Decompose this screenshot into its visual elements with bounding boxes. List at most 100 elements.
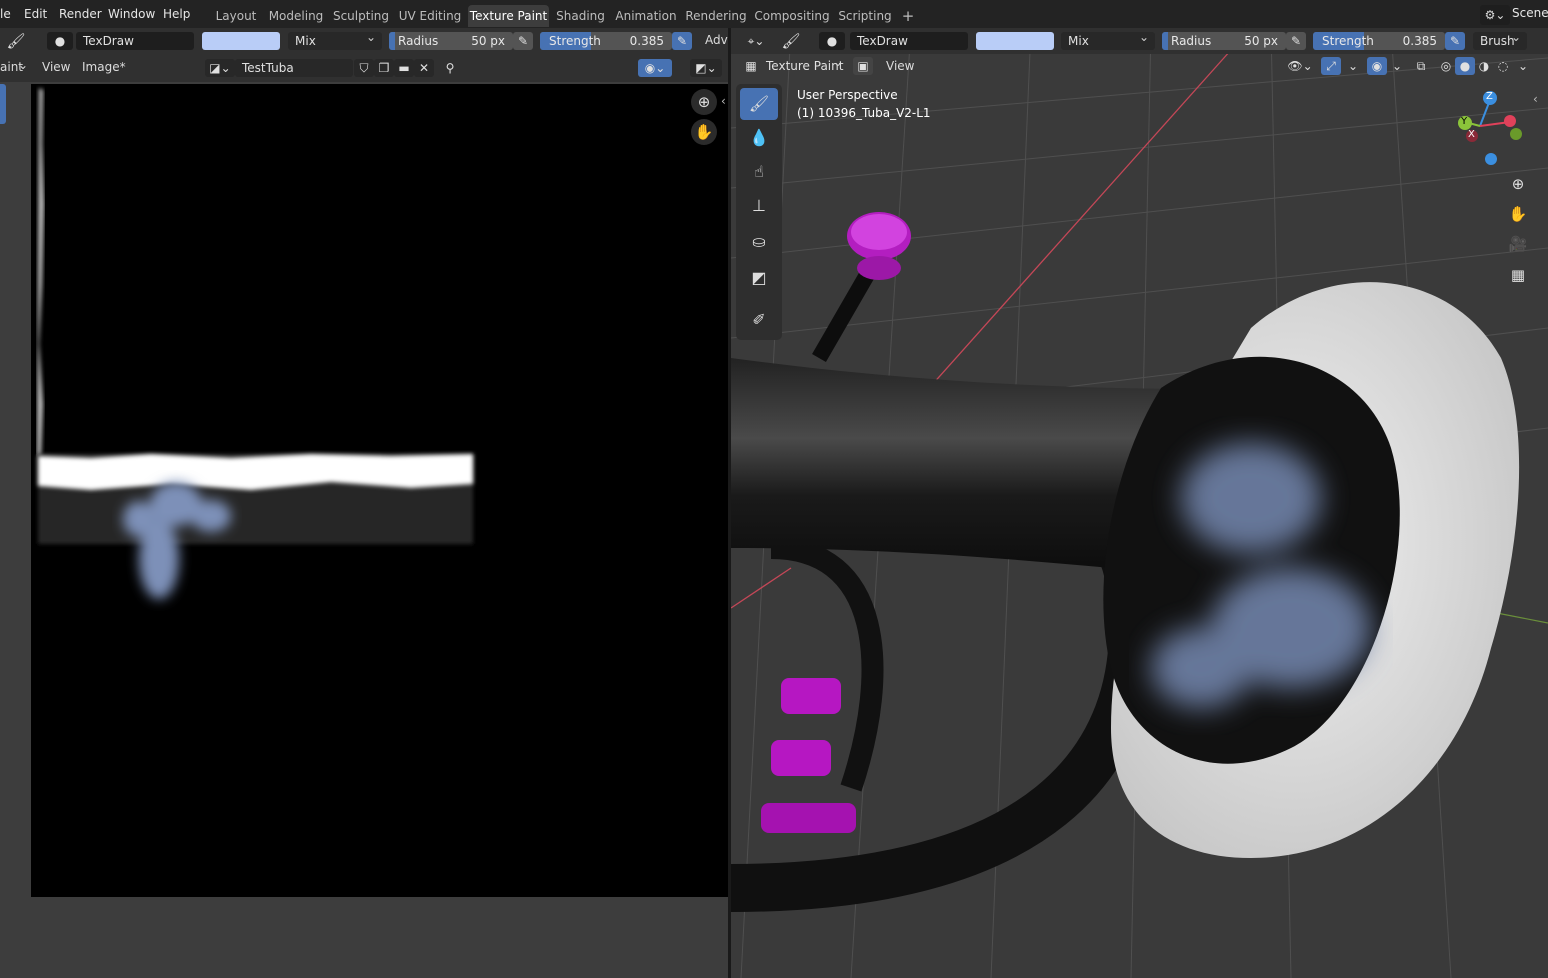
zoom-icon[interactable]: ⊕ [691, 89, 717, 115]
left-toolbar-edge[interactable] [0, 84, 6, 124]
brush-name-field[interactable]: TexDraw [76, 32, 194, 50]
object-label: (1) 10396_Tuba_V2-L1 [797, 106, 931, 120]
navigation-gizmo[interactable]: Z Y X [1450, 88, 1530, 168]
brush-icon[interactable]: 🖌 [781, 32, 801, 50]
xray-icon[interactable]: ⧉ [1411, 57, 1431, 75]
material-shading-icon[interactable]: ◑ [1474, 57, 1494, 75]
sidebar-toggle-icon[interactable]: ‹ [1533, 92, 1538, 106]
menu-file[interactable]: le [0, 7, 11, 21]
chevron-down-icon[interactable]: ⌄ [18, 58, 28, 72]
radius-value: 50 px [471, 34, 505, 48]
brush-icon[interactable]: 🖌 [6, 32, 26, 50]
solid-shading-icon[interactable]: ● [1455, 57, 1475, 75]
smear-tool-icon[interactable]: ☝ [740, 156, 778, 188]
sidebar-toggle-icon[interactable]: ‹ [721, 94, 726, 108]
gizmo-toggle-icon[interactable]: ⤢ [1321, 57, 1341, 75]
tab-modeling[interactable]: Modeling [266, 5, 326, 27]
viewport-scene [731, 28, 1548, 978]
tab-scripting[interactable]: Scripting [836, 5, 894, 27]
clone-tool-icon[interactable]: ⊥ [740, 190, 778, 222]
radius-slider[interactable]: Radius 50 px [1162, 32, 1286, 50]
add-workspace-button[interactable]: + [899, 5, 917, 27]
pin-icon[interactable]: ⚲ [440, 59, 460, 77]
tab-layout[interactable]: Layout [212, 5, 260, 27]
mask-tool-icon[interactable]: ◩ [740, 262, 778, 294]
menu-edit[interactable]: Edit [24, 7, 47, 21]
view-menu[interactable]: View [886, 59, 914, 73]
hand-icon[interactable]: ✋ [1505, 201, 1531, 227]
strength-value: 0.385 [1402, 34, 1437, 48]
tab-texture-paint[interactable]: Texture Paint [468, 5, 549, 27]
draw-tool-icon[interactable]: 🖌 [740, 88, 778, 120]
gizmo-x-label: X [1468, 129, 1475, 140]
strength-label: Strength [1322, 34, 1374, 48]
image-editor-header: aint ⌄ View Image* ◪⌄ TestTuba ⛉ ❐ ▬ ✕ ⚲… [0, 54, 728, 82]
pressure-strength-icon[interactable]: ✎ [672, 32, 692, 50]
image-menu[interactable]: Image* [82, 60, 126, 74]
texture-image [37, 88, 473, 599]
close-icon[interactable]: ✕ [414, 59, 434, 77]
image-name-field[interactable]: TestTuba [235, 59, 353, 77]
brush-name-field[interactable]: TexDraw [850, 32, 968, 50]
new-image-icon[interactable]: ❐ [374, 59, 394, 77]
folder-icon[interactable]: ▬ [394, 59, 414, 77]
scene-selector-icon[interactable]: ⚙⌄ [1480, 5, 1510, 25]
eye-icon[interactable]: 👁⌄ [1284, 57, 1316, 75]
viewport-mode-dropdown[interactable]: Texture Paint [759, 53, 849, 75]
viewport-3d[interactable] [731, 28, 1548, 978]
view-menu[interactable]: View [42, 60, 70, 74]
tab-rendering[interactable]: Rendering [684, 5, 748, 27]
chevron-down-icon[interactable]: ⌄ [1387, 57, 1407, 75]
image-browse-icon[interactable]: ◪⌄ [205, 59, 235, 77]
brush-browse-icon[interactable]: ● [819, 32, 845, 50]
brush-browse-icon[interactable]: ● [47, 32, 73, 50]
menu-window[interactable]: Window [108, 7, 155, 21]
camera-icon[interactable]: 🎥 [1505, 231, 1531, 257]
brush-menu[interactable]: Brush [1473, 28, 1527, 50]
checker-icon: ▦ [745, 59, 757, 73]
strength-slider[interactable]: Strength 0.385 [1313, 32, 1445, 50]
shield-icon[interactable]: ⛉ [354, 59, 374, 77]
tab-animation[interactable]: Animation [613, 5, 679, 27]
chevron-down-icon[interactable]: ⌄ [1513, 57, 1533, 75]
blend-mode-dropdown[interactable]: Mix [1061, 28, 1155, 50]
tab-shading[interactable]: Shading [554, 5, 607, 27]
grid-icon[interactable]: ▦ [1505, 262, 1531, 288]
annotate-tool-icon[interactable]: ✐ [740, 304, 778, 336]
menu-render[interactable]: Render [59, 7, 102, 21]
overlay-toggle-icon[interactable]: ◉⌄ [638, 59, 672, 77]
chevron-down-icon[interactable]: ⌄ [1343, 57, 1363, 75]
image-canvas[interactable]: ⊕ ✋ ‹ [31, 84, 728, 897]
fill-tool-icon[interactable]: ⛀ [740, 226, 778, 258]
rendered-shading-icon[interactable]: ◌ [1493, 57, 1513, 75]
strength-slider[interactable]: Strength 0.385 [540, 32, 672, 50]
blend-mode-dropdown[interactable]: Mix [288, 28, 382, 50]
tab-sculpting[interactable]: Sculpting [331, 5, 391, 27]
strength-label: Strength [549, 34, 601, 48]
pressure-radius-icon[interactable]: ✎ [513, 32, 533, 50]
perspective-label: User Perspective [797, 88, 898, 102]
viewport-tool-header: ⌖⌄ 🖌 ● TexDraw Mix Radius 50 px ✎ Streng… [731, 28, 1548, 54]
radius-label: Radius [398, 34, 439, 48]
wireframe-shading-icon[interactable]: ◎ [1436, 57, 1456, 75]
gizmo-y-label: Y [1461, 116, 1468, 127]
overlay-toggle-icon[interactable]: ◉ [1367, 57, 1387, 75]
soften-tool-icon[interactable]: 💧 [740, 122, 778, 154]
top-bar: le Edit Render Window Help Layout Modeli… [0, 0, 1548, 28]
tab-compositing[interactable]: Compositing [754, 5, 830, 27]
zoom-icon[interactable]: ⊕ [1505, 171, 1531, 197]
menu-help[interactable]: Help [163, 7, 190, 21]
viewport-header: ▦ Texture Paint ▣ View 👁⌄ ⤢ ⌄ ◉ ⌄ ⧉ ◎ ● … [731, 53, 1548, 80]
scene-name[interactable]: Scene [1512, 6, 1548, 20]
gizmo-z-label: Z [1486, 91, 1493, 102]
face-mask-icon[interactable]: ▣ [853, 57, 873, 75]
radius-slider[interactable]: Radius 50 px [389, 32, 513, 50]
transform-pivot-icon[interactable]: ⌖⌄ [741, 32, 771, 50]
brush-color-swatch[interactable] [202, 32, 280, 50]
tab-uv-editing[interactable]: UV Editing [397, 5, 463, 27]
hand-icon[interactable]: ✋ [691, 119, 717, 145]
display-channels-icon[interactable]: ◩⌄ [690, 59, 722, 77]
pressure-radius-icon[interactable]: ✎ [1286, 32, 1306, 50]
pressure-strength-icon[interactable]: ✎ [1445, 32, 1465, 50]
brush-color-swatch[interactable] [976, 32, 1054, 50]
